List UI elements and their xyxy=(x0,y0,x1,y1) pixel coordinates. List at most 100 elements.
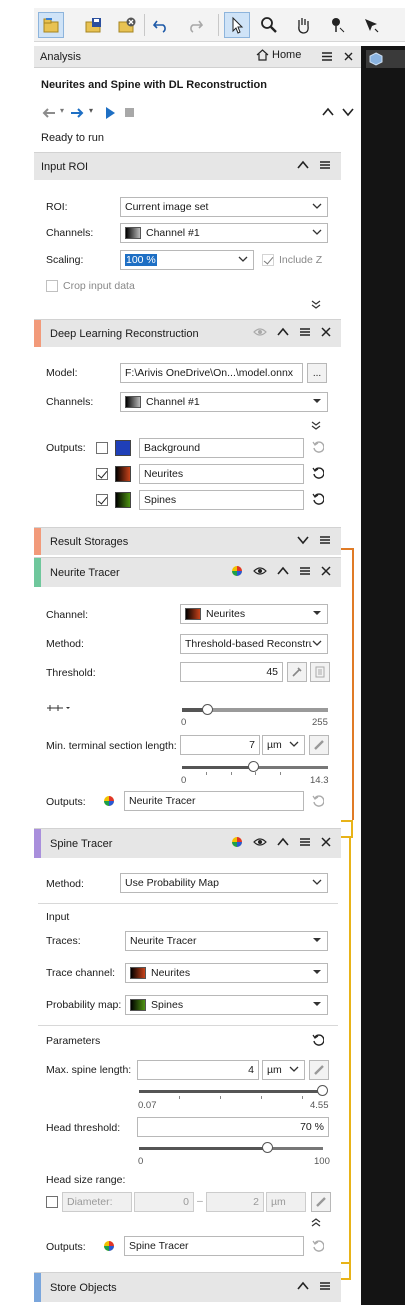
threshold-slider-handle[interactable] xyxy=(201,704,213,715)
range-to-input[interactable]: 2 xyxy=(206,1192,264,1212)
output-checkbox-neurites[interactable] xyxy=(96,468,108,480)
slider-mode-icon[interactable] xyxy=(46,703,72,715)
output-name-field[interactable]: Spines xyxy=(139,490,304,510)
collapse-up-icon[interactable] xyxy=(297,160,309,173)
channels-select[interactable]: Channel #1 xyxy=(120,223,328,243)
arrow-tool-icon[interactable] xyxy=(358,12,384,38)
browse-button[interactable]: ... xyxy=(307,363,327,383)
traces-select[interactable]: Neurite Tracer xyxy=(125,931,328,951)
trace-channel-select[interactable]: Neurites xyxy=(125,963,328,983)
step-forward-dropdown-icon[interactable]: ▾ xyxy=(89,106,93,115)
expand-more-icon[interactable] xyxy=(311,421,321,434)
select-pointer-icon[interactable] xyxy=(224,12,250,38)
method-select[interactable]: Threshold-based Reconstru xyxy=(180,634,328,654)
menu-icon[interactable] xyxy=(319,535,331,548)
output-name-field[interactable]: Neurite Tracer xyxy=(124,791,304,811)
eye-icon[interactable] xyxy=(253,327,267,340)
collapse-up-icon[interactable] xyxy=(277,566,289,579)
head-threshold-slider-handle[interactable] xyxy=(261,1142,273,1153)
unit-select[interactable]: µm xyxy=(262,735,305,755)
head-threshold-slider[interactable] xyxy=(139,1147,323,1150)
output-color-swatch[interactable] xyxy=(115,492,131,508)
section-store-objects[interactable]: Store Objects xyxy=(34,1272,341,1302)
measure-button[interactable] xyxy=(311,1192,331,1212)
zoom-icon[interactable] xyxy=(256,12,282,38)
range-from-input[interactable]: 0 xyxy=(134,1192,194,1212)
channel-select[interactable]: Neurites xyxy=(180,604,328,624)
image-viewer[interactable] xyxy=(361,46,405,1305)
probability-map-select[interactable]: Spines xyxy=(125,995,328,1015)
section-input-roi[interactable]: Input ROI xyxy=(34,152,341,180)
step-back-dropdown-icon[interactable]: ▾ xyxy=(60,106,64,115)
measure-button[interactable] xyxy=(309,735,329,755)
collapse-up-icon[interactable] xyxy=(277,327,289,340)
close-icon[interactable] xyxy=(321,327,331,340)
min-terminal-slider-handle[interactable] xyxy=(247,761,259,772)
method-select[interactable]: Use Probability Map xyxy=(120,873,328,893)
diameter-select[interactable]: Diameter: xyxy=(62,1192,132,1212)
crop-input-checkbox[interactable] xyxy=(46,280,58,292)
unit-select[interactable]: µm xyxy=(262,1060,305,1080)
pin-tool-icon[interactable] xyxy=(324,12,350,38)
close-pipeline-icon[interactable] xyxy=(114,12,140,38)
reset-icon[interactable] xyxy=(312,493,325,508)
collapse-up-icon[interactable] xyxy=(322,107,334,117)
viewer-tab[interactable] xyxy=(366,50,405,68)
menu-icon[interactable] xyxy=(299,327,311,340)
redo-icon[interactable] xyxy=(182,12,208,38)
collapse-less-icon[interactable] xyxy=(311,1217,321,1230)
min-terminal-input[interactable]: 7 xyxy=(180,735,260,755)
eye-icon[interactable] xyxy=(253,837,267,850)
max-spine-length-slider-handle[interactable] xyxy=(317,1085,328,1096)
color-wheel-icon[interactable] xyxy=(103,795,115,810)
output-checkbox-spines[interactable] xyxy=(96,494,108,506)
output-color-swatch[interactable] xyxy=(115,440,131,456)
section-result-storages[interactable]: Result Storages xyxy=(34,527,341,555)
eye-icon[interactable] xyxy=(253,566,267,579)
head-size-range-checkbox[interactable] xyxy=(46,1196,58,1208)
menu-icon[interactable] xyxy=(299,837,311,850)
expand-more-icon[interactable] xyxy=(311,300,321,313)
close-icon[interactable] xyxy=(343,51,354,62)
range-unit-select[interactable]: µm xyxy=(266,1192,306,1212)
roi-select[interactable]: Current image set xyxy=(120,197,328,217)
model-path-field[interactable]: F:\Arivis OneDrive\On...\model.onnx xyxy=(120,363,303,383)
step-back-icon[interactable] xyxy=(40,106,56,120)
section-spine-tracer[interactable]: Spine Tracer xyxy=(34,828,341,858)
include-z-checkbox[interactable] xyxy=(262,254,274,266)
menu-icon[interactable] xyxy=(319,1281,331,1294)
channels-select[interactable]: Channel #1 xyxy=(120,392,328,412)
save-pipeline-icon[interactable] xyxy=(80,12,106,38)
pan-hand-icon[interactable] xyxy=(290,12,316,38)
undo-icon[interactable] xyxy=(148,12,174,38)
output-name-field[interactable]: Neurites xyxy=(139,464,304,484)
output-checkbox-background[interactable] xyxy=(96,442,108,454)
reset-icon[interactable] xyxy=(312,467,325,482)
color-wheel-icon[interactable] xyxy=(231,836,243,851)
close-icon[interactable] xyxy=(321,566,331,579)
menu-icon[interactable] xyxy=(319,160,331,173)
stop-icon[interactable] xyxy=(124,107,135,118)
section-dl-reconstruction[interactable]: Deep Learning Reconstruction xyxy=(34,319,341,347)
menu-icon[interactable] xyxy=(321,51,333,62)
reset-icon[interactable] xyxy=(312,1034,325,1049)
eyedropper-button[interactable] xyxy=(287,662,307,682)
head-threshold-input[interactable]: 70 % xyxy=(137,1117,329,1137)
max-spine-length-input[interactable]: 4 xyxy=(137,1060,259,1080)
close-icon[interactable] xyxy=(321,837,331,850)
scaling-combobox[interactable]: 100 % xyxy=(120,250,254,270)
output-color-swatch[interactable] xyxy=(115,466,131,482)
run-icon[interactable] xyxy=(104,106,116,120)
max-spine-length-slider[interactable] xyxy=(139,1090,323,1093)
expand-down-icon[interactable] xyxy=(342,107,354,117)
color-wheel-icon[interactable] xyxy=(103,1240,115,1255)
measure-button[interactable] xyxy=(309,1060,329,1080)
collapse-up-icon[interactable] xyxy=(277,837,289,850)
histogram-button[interactable] xyxy=(310,662,330,682)
color-wheel-icon[interactable] xyxy=(231,565,243,580)
section-neurite-tracer[interactable]: Neurite Tracer xyxy=(34,557,341,587)
reset-icon[interactable] xyxy=(312,1240,325,1255)
step-forward-icon[interactable] xyxy=(70,106,86,120)
expand-down-icon[interactable] xyxy=(297,535,309,548)
output-name-field[interactable]: Spine Tracer xyxy=(124,1236,304,1256)
